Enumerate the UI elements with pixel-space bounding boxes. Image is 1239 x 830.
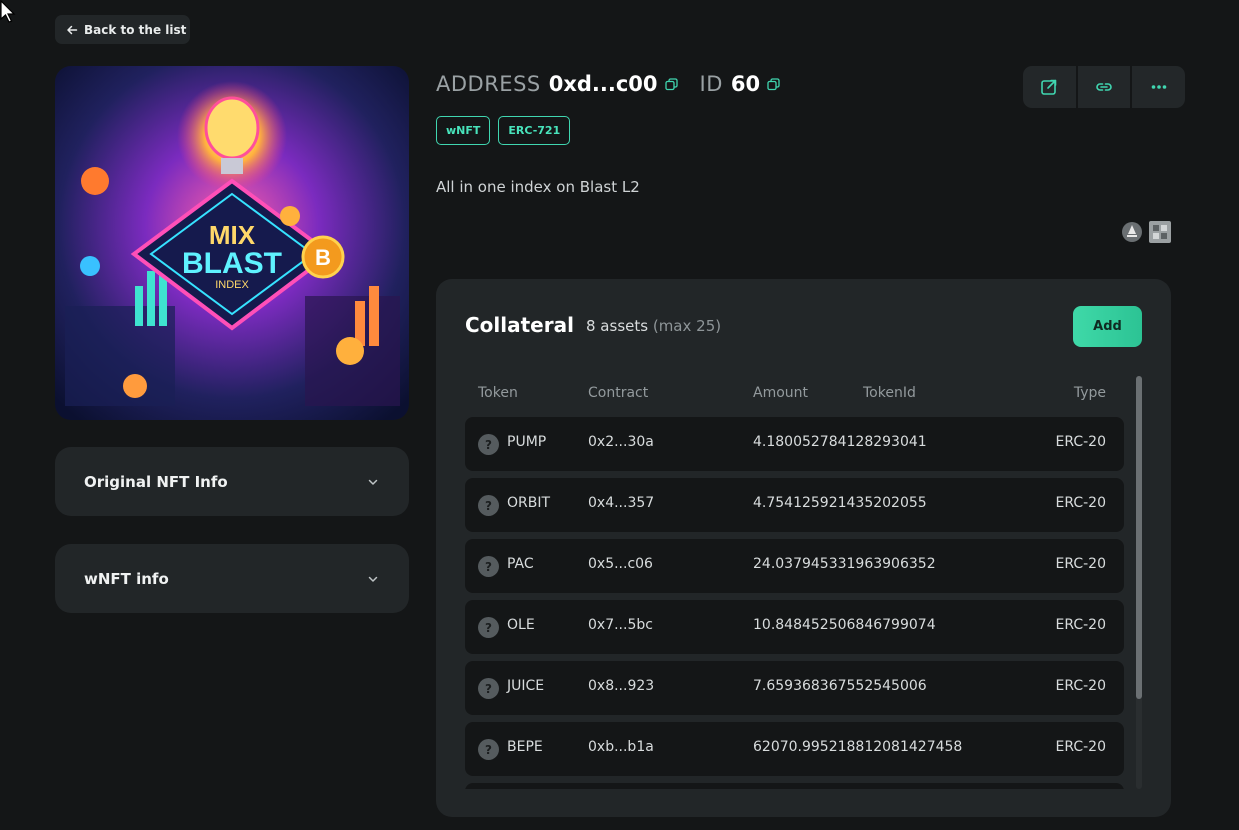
header-actions bbox=[1023, 66, 1185, 108]
contract-cell[interactable]: 0x7...5bc bbox=[588, 617, 653, 633]
amount-cell: 4.180052784128293041 bbox=[753, 434, 927, 450]
nft-image: MIX BLAST INDEX B bbox=[55, 66, 409, 420]
back-button-label: Back to the list bbox=[84, 22, 187, 37]
token-logo-icon bbox=[1149, 221, 1171, 243]
svg-text:BLAST: BLAST bbox=[182, 247, 282, 280]
more-icon bbox=[1151, 85, 1166, 89]
svg-text:MIX: MIX bbox=[209, 220, 256, 250]
amount-cell: 7.659368367552545006 bbox=[753, 678, 927, 694]
contract-cell[interactable]: 0x8...923 bbox=[588, 678, 654, 694]
unknown-token-icon: ? bbox=[478, 617, 499, 638]
type-cell: ERC-20 bbox=[1055, 678, 1106, 694]
token-cell: PUMP bbox=[507, 434, 547, 450]
tag-erc721: ERC-721 bbox=[498, 116, 571, 145]
amount-cell: 4.754125921435202055 bbox=[753, 495, 927, 511]
column-header-type: Type bbox=[1073, 385, 1106, 401]
unknown-token-icon: ? bbox=[478, 678, 499, 699]
token-cell: BEPE bbox=[507, 739, 543, 755]
table-row: ? PAC 0x5...c06 24.037945331963906352 ER… bbox=[465, 539, 1124, 593]
copy-id-icon[interactable] bbox=[767, 78, 780, 91]
svg-text:INDEX: INDEX bbox=[215, 279, 249, 291]
collateral-table: ? PUMP 0x2...30a 4.180052784128293041 ER… bbox=[465, 417, 1124, 789]
nft-header: ADDRESS 0xd...c00 ID 60 bbox=[436, 72, 780, 104]
collateral-title: Collateral bbox=[465, 313, 574, 337]
type-cell: ERC-20 bbox=[1055, 556, 1106, 572]
table-row: ? ORBIT 0x4...357 4.754125921435202055 E… bbox=[465, 478, 1124, 532]
address-label: ADDRESS bbox=[436, 72, 541, 96]
open-external-button[interactable] bbox=[1023, 66, 1078, 108]
back-to-list-button[interactable]: Back to the list bbox=[55, 15, 190, 44]
token-cell: JUICE bbox=[507, 678, 545, 694]
more-options-button[interactable] bbox=[1132, 66, 1185, 108]
table-row: ? PUMP 0x2...30a 4.180052784128293041 ER… bbox=[465, 417, 1124, 471]
original-nft-info-accordion[interactable]: Original NFT Info bbox=[55, 447, 409, 516]
contract-cell[interactable]: 0x2...30a bbox=[588, 434, 654, 450]
collateral-panel: Collateral 8 assets (max 25) Add Token C… bbox=[436, 279, 1171, 817]
tag-wnft: wNFT bbox=[436, 116, 491, 145]
token-cell: ORBIT bbox=[507, 495, 551, 511]
chain-icons bbox=[1121, 221, 1171, 243]
add-collateral-button[interactable]: Add bbox=[1073, 306, 1142, 347]
amount-cell: 62070.995218812081427458 bbox=[753, 739, 963, 755]
arrow-left-icon bbox=[67, 25, 78, 34]
table-row: ? OLE 0x7...5bc 10.848452506846799074 ER… bbox=[465, 600, 1124, 654]
copy-link-button[interactable] bbox=[1078, 66, 1133, 108]
blast-chain-icon bbox=[1122, 222, 1142, 242]
asset-count-value: 8 assets bbox=[586, 317, 649, 335]
unknown-token-icon: ? bbox=[478, 556, 499, 577]
token-cell: PAC bbox=[507, 556, 534, 572]
table-row: ? BEPE 0xb...b1a 62070.99521881208142745… bbox=[465, 722, 1124, 776]
id-value: 60 bbox=[730, 72, 761, 96]
column-header-amount: Amount bbox=[753, 385, 809, 401]
external-link-icon bbox=[1041, 79, 1057, 95]
nft-tags: wNFT ERC-721 bbox=[436, 116, 571, 145]
type-cell: ERC-20 bbox=[1055, 495, 1106, 511]
accordion-label: Original NFT Info bbox=[84, 472, 228, 491]
type-cell: ERC-20 bbox=[1055, 434, 1106, 450]
unknown-token-icon: ? bbox=[478, 434, 499, 455]
wnft-info-accordion[interactable]: wNFT info bbox=[55, 544, 409, 613]
type-cell: ERC-20 bbox=[1055, 617, 1106, 633]
svg-text:B: B bbox=[315, 245, 331, 270]
link-icon bbox=[1096, 83, 1112, 91]
table-row: ? JUICE 0x8...923 7.659368367552545006 E… bbox=[465, 661, 1124, 715]
address-value: 0xd...c00 bbox=[548, 72, 658, 96]
asset-max: (max 25) bbox=[652, 317, 722, 335]
copy-address-icon[interactable] bbox=[664, 78, 678, 91]
column-header-contract: Contract bbox=[588, 385, 649, 401]
column-header-token: Token bbox=[478, 385, 518, 401]
unknown-token-icon: ? bbox=[478, 495, 499, 516]
unknown-token-icon: ? bbox=[478, 739, 499, 760]
id-label: ID bbox=[699, 72, 723, 96]
nft-description: All in one index on Blast L2 bbox=[436, 178, 640, 196]
chevron-down-icon bbox=[368, 479, 378, 485]
chevron-down-icon bbox=[368, 576, 378, 582]
scrollbar-thumb[interactable] bbox=[1136, 376, 1142, 699]
amount-cell: 10.848452506846799074 bbox=[753, 617, 936, 633]
accordion-label: wNFT info bbox=[84, 569, 169, 588]
table-scrollbar[interactable] bbox=[1136, 376, 1142, 789]
table-row bbox=[465, 783, 1124, 789]
contract-cell[interactable]: 0x4...357 bbox=[588, 495, 654, 511]
asset-count: 8 assets (max 25) bbox=[586, 317, 721, 335]
type-cell: ERC-20 bbox=[1055, 739, 1106, 755]
contract-cell[interactable]: 0xb...b1a bbox=[588, 739, 654, 755]
mouse-cursor-icon bbox=[0, 0, 16, 23]
column-header-tokenid: TokenId bbox=[863, 385, 916, 401]
token-cell: OLE bbox=[507, 617, 535, 633]
contract-cell[interactable]: 0x5...c06 bbox=[588, 556, 653, 572]
amount-cell: 24.037945331963906352 bbox=[753, 556, 936, 572]
